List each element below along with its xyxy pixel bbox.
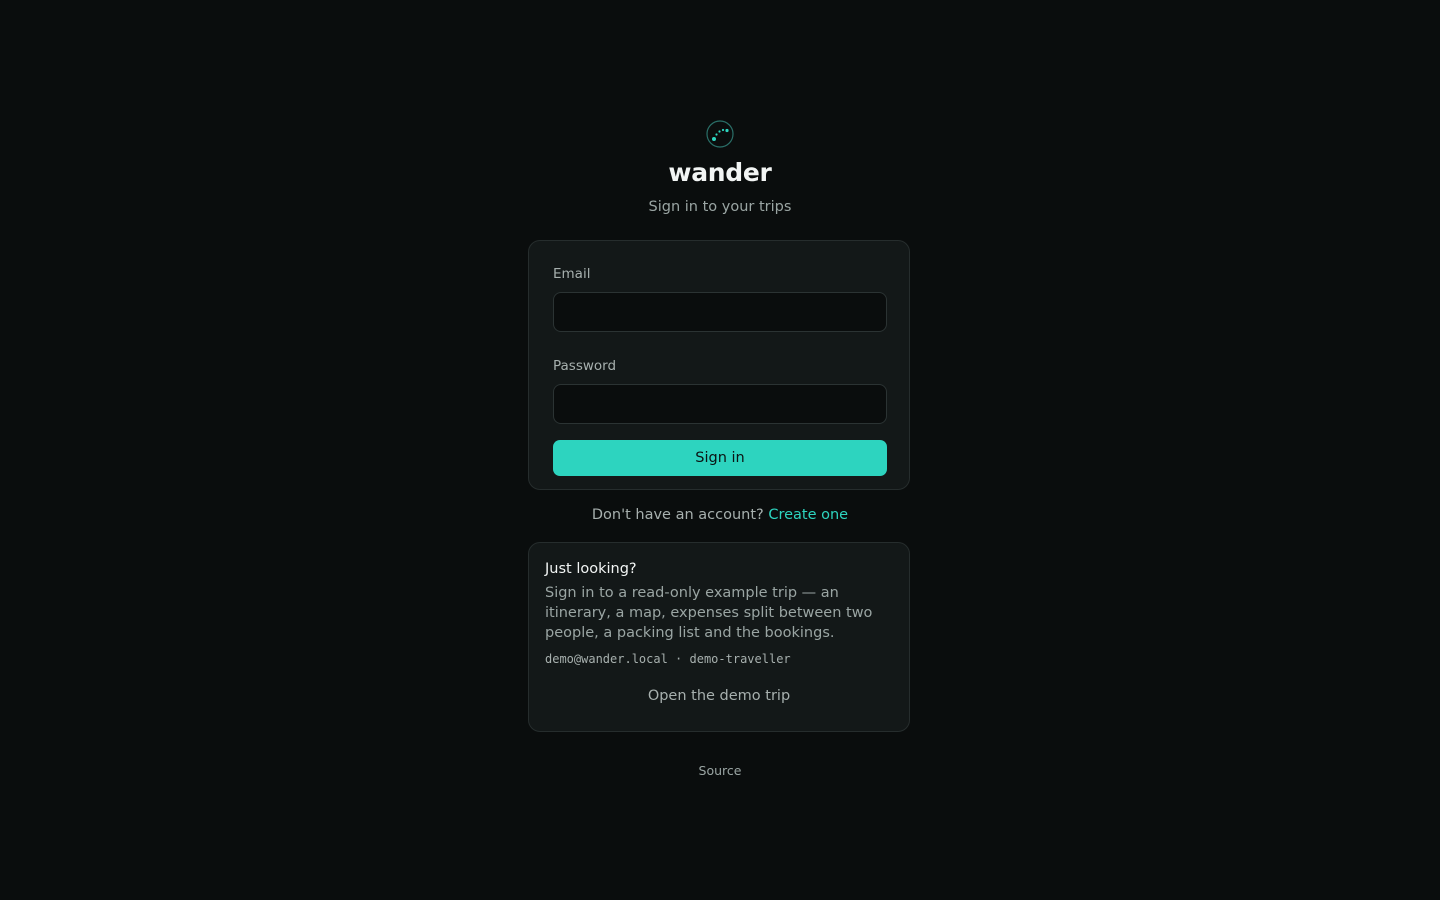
- email-group: Email: [553, 265, 887, 332]
- app-title: wander: [668, 158, 772, 187]
- brand-header: wander Sign in to your trips: [0, 120, 1440, 217]
- email-label: Email: [553, 266, 591, 282]
- signup-prompt: Don't have an account? Create one: [0, 505, 1440, 525]
- demo-card: Just looking? Sign in to a read-only exa…: [528, 542, 910, 732]
- source-link[interactable]: Source: [699, 763, 742, 778]
- create-account-link[interactable]: Create one: [768, 507, 848, 523]
- footer: Source: [0, 763, 1440, 779]
- app-subtitle: Sign in to your trips: [648, 199, 792, 215]
- route-dots-icon: [706, 120, 734, 148]
- open-demo-trip-button[interactable]: Open the demo trip: [642, 685, 796, 707]
- password-field[interactable]: [553, 384, 887, 424]
- login-form: Email Password Sign in: [528, 240, 910, 490]
- signup-prompt-text: Don't have an account?: [591, 507, 764, 523]
- demo-credentials: demo@wander.local · demo-traveller: [545, 652, 791, 666]
- password-label: Password: [553, 358, 617, 374]
- demo-title: Just looking?: [545, 561, 637, 577]
- sign-in-button[interactable]: Sign in: [553, 440, 887, 476]
- password-group: Password: [553, 357, 887, 424]
- login-page: wander Sign in to your trips Email Passw…: [0, 0, 1440, 900]
- email-field[interactable]: [553, 292, 887, 332]
- demo-description: Sign in to a read-only example trip — an…: [545, 585, 873, 641]
